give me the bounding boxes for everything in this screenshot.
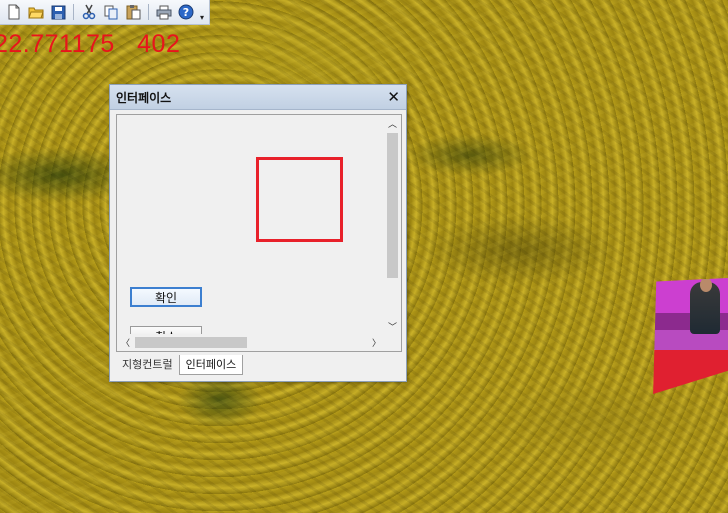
panel-content: 확인 취소 xyxy=(117,115,385,335)
interface-dialog: 인터페이스 ✕ 확인 취소 ︿ ﹀ 〈 〉 지형컨트럴 인터페이스 xyxy=(109,84,407,382)
vertical-scrollbar[interactable]: ︿ ﹀ xyxy=(384,115,401,335)
dialog-titlebar[interactable]: 인터페이스 ✕ xyxy=(110,85,406,110)
character-head xyxy=(700,278,712,292)
coordinate-readout: 22.771175 402 xyxy=(0,30,181,58)
dialog-panel: 확인 취소 ︿ ﹀ 〈 〉 xyxy=(116,114,402,352)
toolbar: ? ▾ xyxy=(0,0,210,25)
svg-text:?: ? xyxy=(183,6,189,19)
dialog-title: 인터페이스 xyxy=(116,90,172,105)
toolbar-separator xyxy=(73,4,74,20)
scroll-right-icon[interactable]: 〉 xyxy=(368,334,385,351)
scrollbar-corner xyxy=(384,334,401,351)
vertical-scroll-thumb[interactable] xyxy=(387,133,398,278)
print-icon[interactable] xyxy=(154,2,174,22)
horizontal-scrollbar[interactable]: 〈 〉 xyxy=(117,334,385,351)
scroll-left-icon[interactable]: 〈 xyxy=(117,334,134,351)
paste-icon[interactable] xyxy=(123,2,143,22)
open-icon[interactable] xyxy=(26,2,46,22)
new-icon[interactable] xyxy=(4,2,24,22)
toolbar-overflow-icon[interactable]: ▾ xyxy=(198,2,206,22)
tab-terrain-control[interactable]: 지형컨트럴 xyxy=(116,355,179,375)
tab-interface[interactable]: 인터페이스 xyxy=(178,355,244,375)
scroll-down-icon[interactable]: ﹀ xyxy=(384,318,401,335)
cut-icon[interactable] xyxy=(79,2,99,22)
selection-box xyxy=(256,157,343,242)
ok-button[interactable]: 확인 xyxy=(130,287,202,307)
dialog-tabs: 지형컨트럴 인터페이스 xyxy=(116,355,244,375)
scroll-up-icon[interactable]: ︿ xyxy=(384,115,401,132)
horizontal-scroll-thumb[interactable] xyxy=(135,337,247,348)
copy-icon[interactable] xyxy=(101,2,121,22)
save-icon[interactable] xyxy=(48,2,68,22)
help-icon[interactable]: ? xyxy=(176,2,196,22)
close-icon[interactable]: ✕ xyxy=(387,89,400,105)
toolbar-separator xyxy=(148,4,149,20)
